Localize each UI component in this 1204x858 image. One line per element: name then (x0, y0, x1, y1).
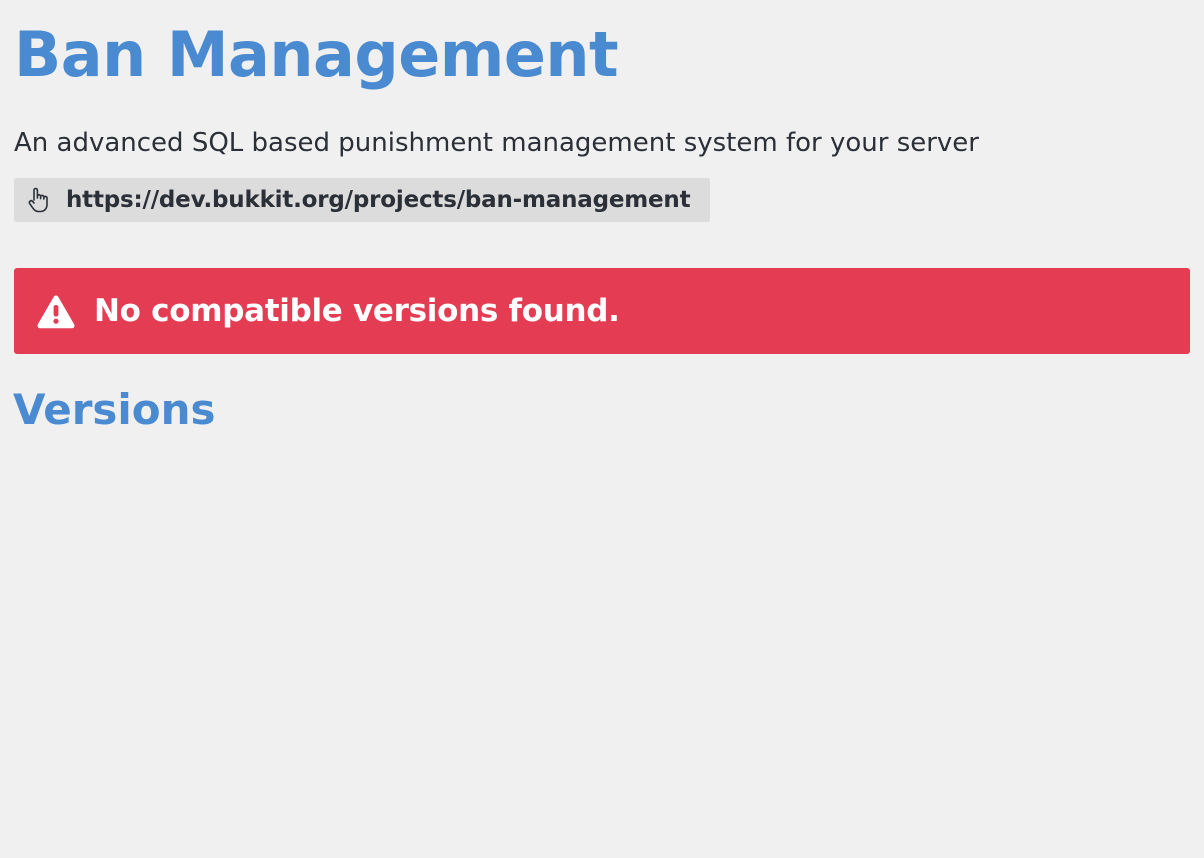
project-page: Ban Management An advanced SQL based pun… (0, 0, 1204, 858)
no-versions-alert: No compatible versions found. (14, 268, 1190, 354)
versions-list (14, 450, 1190, 830)
page-title: Ban Management (14, 18, 619, 91)
pointer-hand-icon (26, 186, 54, 214)
versions-heading: Versions (13, 385, 216, 434)
warning-triangle-icon (36, 293, 76, 329)
project-description: An advanced SQL based punishment managem… (14, 128, 979, 158)
alert-message: No compatible versions found. (94, 293, 620, 329)
project-url-link[interactable]: https://dev.bukkit.org/projects/ban-mana… (14, 178, 711, 222)
project-url-text: https://dev.bukkit.org/projects/ban-mana… (66, 187, 691, 213)
